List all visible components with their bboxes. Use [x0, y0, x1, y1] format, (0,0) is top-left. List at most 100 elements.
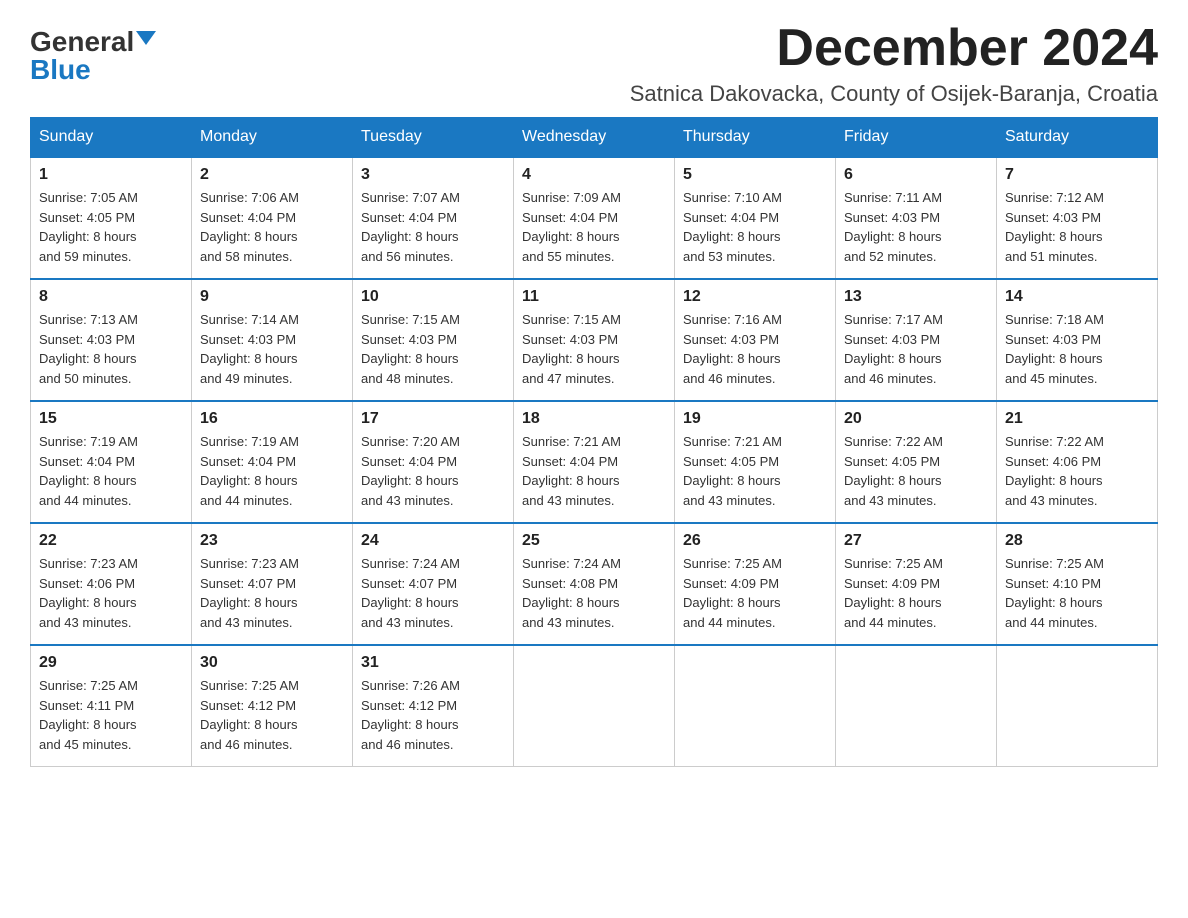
calendar-table: SundayMondayTuesdayWednesdayThursdayFrid…	[30, 117, 1158, 767]
day-info: Sunrise: 7:19 AMSunset: 4:04 PMDaylight:…	[200, 432, 344, 510]
day-number: 8	[39, 288, 183, 306]
day-info: Sunrise: 7:24 AMSunset: 4:07 PMDaylight:…	[361, 554, 505, 632]
calendar-cell: 30Sunrise: 7:25 AMSunset: 4:12 PMDayligh…	[192, 645, 353, 767]
calendar-header-monday: Monday	[192, 118, 353, 158]
day-info: Sunrise: 7:15 AMSunset: 4:03 PMDaylight:…	[361, 310, 505, 388]
calendar-cell: 4Sunrise: 7:09 AMSunset: 4:04 PMDaylight…	[514, 157, 675, 279]
day-info: Sunrise: 7:22 AMSunset: 4:06 PMDaylight:…	[1005, 432, 1149, 510]
day-number: 26	[683, 532, 827, 550]
calendar-cell: 8 Sunrise: 7:13 AMSunset: 4:03 PMDaylight…	[31, 279, 192, 401]
day-number: 15	[39, 410, 183, 428]
day-number: 21	[1005, 410, 1149, 428]
calendar-cell: 7 Sunrise: 7:12 AMSunset: 4:03 PMDaylight…	[997, 157, 1158, 279]
week-row-5: 29Sunrise: 7:25 AMSunset: 4:11 PMDayligh…	[31, 645, 1158, 767]
calendar-cell: 25Sunrise: 7:24 AMSunset: 4:08 PMDayligh…	[514, 523, 675, 645]
day-info: Sunrise: 7:21 AMSunset: 4:04 PMDaylight:…	[522, 432, 666, 510]
day-number: 2	[200, 166, 344, 184]
calendar-cell: 19 Sunrise: 7:21 AMSunset: 4:05 PMDayligh…	[675, 401, 836, 523]
day-number: 19	[683, 410, 827, 428]
calendar-header-friday: Friday	[836, 118, 997, 158]
calendar-cell: 21 Sunrise: 7:22 AMSunset: 4:06 PMDayligh…	[997, 401, 1158, 523]
calendar-cell: 14 Sunrise: 7:18 AMSunset: 4:03 PMDayligh…	[997, 279, 1158, 401]
day-number: 20	[844, 410, 988, 428]
day-info: Sunrise: 7:18 AMSunset: 4:03 PMDaylight:…	[1005, 310, 1149, 388]
calendar-cell: 27 Sunrise: 7:25 AMSunset: 4:09 PMDayligh…	[836, 523, 997, 645]
calendar-cell: 28 Sunrise: 7:25 AMSunset: 4:10 PMDayligh…	[997, 523, 1158, 645]
day-info: Sunrise: 7:17 AMSunset: 4:03 PMDaylight:…	[844, 310, 988, 388]
day-info: Sunrise: 7:22 AMSunset: 4:05 PMDaylight:…	[844, 432, 988, 510]
calendar-cell: 5 Sunrise: 7:10 AMSunset: 4:04 PMDaylight…	[675, 157, 836, 279]
calendar-header-row: SundayMondayTuesdayWednesdayThursdayFrid…	[31, 118, 1158, 158]
calendar-cell	[675, 645, 836, 767]
calendar-header-tuesday: Tuesday	[353, 118, 514, 158]
calendar-cell: 16 Sunrise: 7:19 AMSunset: 4:04 PMDayligh…	[192, 401, 353, 523]
calendar-cell: 2 Sunrise: 7:06 AMSunset: 4:04 PMDaylight…	[192, 157, 353, 279]
day-info: Sunrise: 7:25 AMSunset: 4:09 PMDaylight:…	[844, 554, 988, 632]
location-title: Satnica Dakovacka, County of Osijek-Bara…	[630, 81, 1158, 107]
calendar-header-thursday: Thursday	[675, 118, 836, 158]
day-info: Sunrise: 7:16 AMSunset: 4:03 PMDaylight:…	[683, 310, 827, 388]
calendar-cell: 13Sunrise: 7:17 AMSunset: 4:03 PMDayligh…	[836, 279, 997, 401]
calendar-cell: 11Sunrise: 7:15 AMSunset: 4:03 PMDayligh…	[514, 279, 675, 401]
page-header: General Blue December 2024 Satnica Dakov…	[30, 20, 1158, 107]
calendar-cell: 23 Sunrise: 7:23 AMSunset: 4:07 PMDayligh…	[192, 523, 353, 645]
day-number: 3	[361, 166, 505, 184]
day-number: 22	[39, 532, 183, 550]
day-number: 27	[844, 532, 988, 550]
day-info: Sunrise: 7:13 AMSunset: 4:03 PMDaylight:…	[39, 310, 183, 388]
day-info: Sunrise: 7:23 AMSunset: 4:07 PMDaylight:…	[200, 554, 344, 632]
day-info: Sunrise: 7:10 AMSunset: 4:04 PMDaylight:…	[683, 188, 827, 266]
logo-blue-text: Blue	[30, 56, 91, 84]
day-number: 12	[683, 288, 827, 306]
day-info: Sunrise: 7:14 AMSunset: 4:03 PMDaylight:…	[200, 310, 344, 388]
day-number: 29	[39, 654, 183, 672]
calendar-cell: 3 Sunrise: 7:07 AMSunset: 4:04 PMDaylight…	[353, 157, 514, 279]
day-number: 28	[1005, 532, 1149, 550]
day-number: 17	[361, 410, 505, 428]
day-info: Sunrise: 7:06 AMSunset: 4:04 PMDaylight:…	[200, 188, 344, 266]
day-info: Sunrise: 7:20 AMSunset: 4:04 PMDaylight:…	[361, 432, 505, 510]
calendar-cell	[836, 645, 997, 767]
day-info: Sunrise: 7:05 AMSunset: 4:05 PMDaylight:…	[39, 188, 183, 266]
calendar-cell: 22Sunrise: 7:23 AMSunset: 4:06 PMDayligh…	[31, 523, 192, 645]
day-number: 24	[361, 532, 505, 550]
day-number: 14	[1005, 288, 1149, 306]
day-number: 23	[200, 532, 344, 550]
calendar-header-wednesday: Wednesday	[514, 118, 675, 158]
day-info: Sunrise: 7:26 AMSunset: 4:12 PMDaylight:…	[361, 676, 505, 754]
calendar-header-sunday: Sunday	[31, 118, 192, 158]
calendar-cell: 20 Sunrise: 7:22 AMSunset: 4:05 PMDayligh…	[836, 401, 997, 523]
month-title: December 2024	[630, 20, 1158, 77]
calendar-cell: 10 Sunrise: 7:15 AMSunset: 4:03 PMDayligh…	[353, 279, 514, 401]
day-number: 5	[683, 166, 827, 184]
day-info: Sunrise: 7:21 AMSunset: 4:05 PMDaylight:…	[683, 432, 827, 510]
day-number: 1	[39, 166, 183, 184]
calendar-cell: 17 Sunrise: 7:20 AMSunset: 4:04 PMDayligh…	[353, 401, 514, 523]
day-info: Sunrise: 7:25 AMSunset: 4:10 PMDaylight:…	[1005, 554, 1149, 632]
day-number: 16	[200, 410, 344, 428]
day-number: 31	[361, 654, 505, 672]
logo: General Blue	[30, 28, 156, 84]
day-info: Sunrise: 7:15 AMSunset: 4:03 PMDaylight:…	[522, 310, 666, 388]
day-info: Sunrise: 7:07 AMSunset: 4:04 PMDaylight:…	[361, 188, 505, 266]
day-number: 7	[1005, 166, 1149, 184]
day-number: 9	[200, 288, 344, 306]
calendar-cell	[997, 645, 1158, 767]
day-number: 10	[361, 288, 505, 306]
title-block: December 2024 Satnica Dakovacka, County …	[630, 20, 1158, 107]
day-info: Sunrise: 7:25 AMSunset: 4:12 PMDaylight:…	[200, 676, 344, 754]
calendar-cell: 12 Sunrise: 7:16 AMSunset: 4:03 PMDayligh…	[675, 279, 836, 401]
week-row-1: 1 Sunrise: 7:05 AMSunset: 4:05 PMDaylight…	[31, 157, 1158, 279]
day-info: Sunrise: 7:19 AMSunset: 4:04 PMDaylight:…	[39, 432, 183, 510]
calendar-cell: 24 Sunrise: 7:24 AMSunset: 4:07 PMDayligh…	[353, 523, 514, 645]
calendar-cell: 9 Sunrise: 7:14 AMSunset: 4:03 PMDaylight…	[192, 279, 353, 401]
day-info: Sunrise: 7:11 AMSunset: 4:03 PMDaylight:…	[844, 188, 988, 266]
logo-general-text: General	[30, 28, 134, 56]
calendar-cell: 26Sunrise: 7:25 AMSunset: 4:09 PMDayligh…	[675, 523, 836, 645]
calendar-header-saturday: Saturday	[997, 118, 1158, 158]
calendar-cell: 18Sunrise: 7:21 AMSunset: 4:04 PMDayligh…	[514, 401, 675, 523]
calendar-cell: 6Sunrise: 7:11 AMSunset: 4:03 PMDaylight…	[836, 157, 997, 279]
calendar-cell: 31 Sunrise: 7:26 AMSunset: 4:12 PMDayligh…	[353, 645, 514, 767]
calendar-cell: 15 Sunrise: 7:19 AMSunset: 4:04 PMDayligh…	[31, 401, 192, 523]
day-info: Sunrise: 7:12 AMSunset: 4:03 PMDaylight:…	[1005, 188, 1149, 266]
